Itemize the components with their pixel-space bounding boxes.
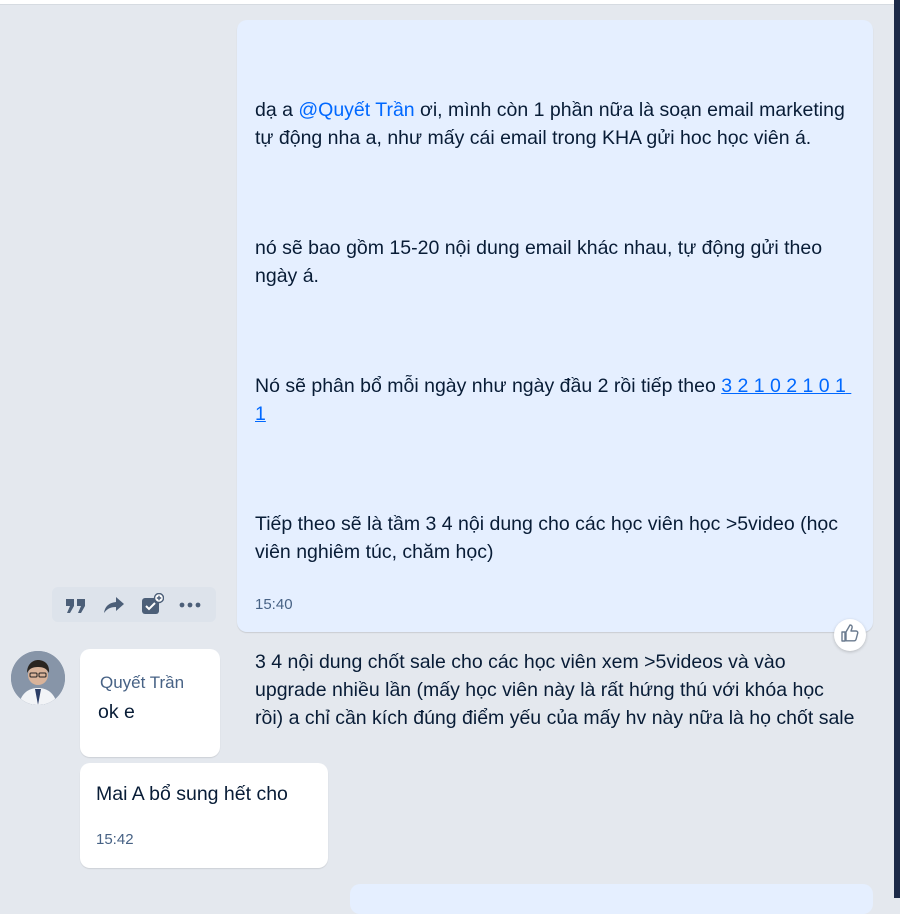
- incoming-message-bubble[interactable]: Mai A bổ sung hết cho 15:42: [80, 763, 328, 868]
- forward-icon[interactable]: [102, 593, 126, 617]
- message-paragraph-2: nó sẽ bao gồm 15-20 nội dung email khác …: [255, 237, 828, 287]
- message-body: dạ a @Quyết Trần ơi, mình còn 1 phần nữa…: [255, 40, 855, 788]
- incoming-message-text: ok e: [98, 701, 135, 723]
- message-time: 15:42: [96, 831, 134, 848]
- paragraph-3-text: Nó sẽ phân bổ mỗi ngày như ngày đầu 2 rồ…: [255, 375, 722, 397]
- outgoing-message-bubble[interactable]: dạ a @Quyết Trần ơi, mình còn 1 phần nữa…: [237, 20, 873, 729]
- message-paragraph-1: dạ a @Quyết Trần ơi, mình còn 1 phần nữa…: [255, 96, 855, 152]
- like-icon: [840, 623, 860, 648]
- mention-link[interactable]: @Quyết Trần: [298, 99, 414, 121]
- incoming-message-bubble[interactable]: Quyết Trần ok e: [80, 649, 220, 757]
- quote-icon[interactable]: [64, 593, 88, 617]
- message-actions-bar: [52, 587, 216, 622]
- next-outgoing-message-bubble[interactable]: [350, 884, 873, 914]
- more-icon[interactable]: [178, 593, 202, 617]
- message-paragraph-5: 3 4 nội dung chốt sale cho các học viên …: [255, 651, 855, 729]
- avatar[interactable]: [11, 651, 65, 705]
- incoming-message-text: Mai A bổ sung hết cho: [96, 783, 288, 805]
- greeting-text: dạ a: [255, 99, 299, 121]
- message-time: 15:40: [255, 596, 293, 613]
- add-task-icon[interactable]: [140, 592, 164, 617]
- like-reaction-button[interactable]: [834, 619, 866, 651]
- message-paragraph-3: Nó sẽ phân bổ mỗi ngày như ngày đầu 2 rồ…: [255, 372, 855, 428]
- message-paragraph-4: Tiếp theo sẽ là tầm 3 4 nội dung cho các…: [255, 513, 844, 563]
- sender-name: Quyết Trần: [100, 673, 185, 692]
- right-panel-edge: [894, 0, 900, 898]
- chat-top-edge: [0, 0, 894, 5]
